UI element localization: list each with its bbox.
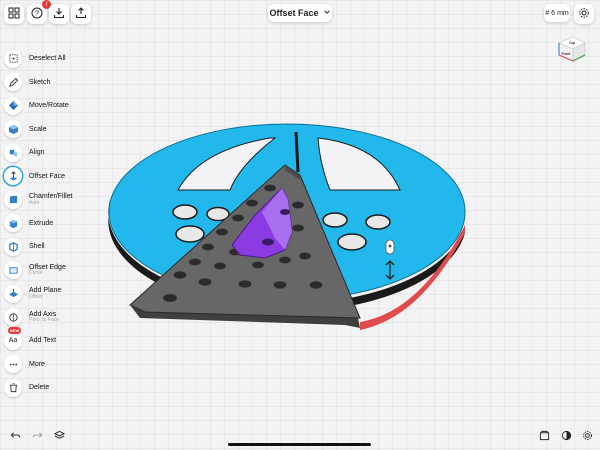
grid-prefix: # — [545, 9, 550, 17]
tool-label: Scale — [29, 125, 47, 133]
tool-sketch[interactable]: Sketch — [4, 71, 104, 95]
library-icon — [539, 428, 550, 446]
tool-add-text[interactable]: Aa NEW Add Text — [4, 326, 104, 353]
undo-button[interactable] — [8, 430, 22, 444]
chamfer-fillet-icon — [4, 190, 22, 209]
mode-title: Offset Face — [269, 8, 319, 18]
new-badge: NEW — [8, 326, 22, 334]
tool-deselect-all[interactable]: Deselect All — [4, 47, 104, 71]
tool-label: Add Text — [29, 337, 57, 345]
apps-grid-button[interactable] — [4, 4, 24, 24]
tool-scale[interactable]: Scale — [4, 118, 104, 142]
view-cube[interactable]: Top Front — [555, 35, 589, 69]
tool-chamfer-fillet[interactable]: Chamfer/Fillet Auto — [4, 188, 104, 212]
tool-label: Offset Face — [29, 172, 66, 180]
import-button[interactable] — [49, 4, 69, 24]
tool-sublabel: Offset — [29, 293, 43, 300]
tool-label: Align — [29, 149, 45, 157]
tool-offset-face[interactable]: Offset Face — [4, 165, 104, 189]
add-plane-icon — [4, 284, 22, 303]
tool-more[interactable]: More — [4, 353, 104, 377]
plate-hole — [175, 225, 205, 243]
tool-sidebar: Deselect All Sketch Move/Rotate Scale Al… — [4, 47, 104, 400]
svg-text:?: ? — [35, 11, 39, 18]
tool-align[interactable]: Align — [4, 141, 104, 165]
plate-hole — [365, 214, 391, 230]
selected-face-hole — [280, 209, 290, 215]
tool-label: Deselect All — [29, 55, 66, 63]
render-mode-button[interactable] — [559, 430, 573, 444]
tool-shell[interactable]: Shell — [4, 235, 104, 259]
undo-icon — [10, 428, 21, 446]
settings-button[interactable] — [574, 4, 594, 24]
tool-label: Shell — [29, 243, 45, 251]
model-viewport[interactable] — [95, 95, 480, 345]
home-indicator — [228, 443, 371, 446]
viewcube-top-label: Top — [569, 41, 575, 45]
bottom-settings-button[interactable] — [580, 430, 594, 444]
tool-label: Delete — [29, 384, 50, 392]
share-button[interactable] — [71, 4, 91, 24]
grid-unit: mm — [557, 9, 569, 17]
layers-icon — [53, 428, 65, 446]
apps-grid-icon — [8, 7, 20, 21]
add-text-icon: Aa NEW — [4, 326, 22, 350]
tool-sublabel: Auto — [29, 199, 40, 206]
help-button[interactable]: ? ! — [27, 0, 51, 24]
help-icon: ? — [31, 7, 43, 21]
render-mode-icon — [561, 428, 572, 446]
offset-edge-icon — [4, 261, 22, 280]
disc-spoke — [294, 131, 300, 173]
scale-icon — [4, 120, 22, 139]
add-axis-icon — [4, 308, 22, 327]
tool-sublabel: Curve — [29, 270, 43, 277]
more-dots-icon — [4, 355, 22, 374]
offset-face-icon — [4, 167, 22, 186]
plate-hole — [322, 212, 348, 228]
chevron-down-icon — [323, 8, 331, 18]
move-rotate-icon — [4, 96, 22, 115]
share-icon — [75, 7, 87, 21]
redo-icon — [32, 428, 43, 446]
tool-offset-edge[interactable]: Offset Edge Curve — [4, 259, 104, 283]
tool-sublabel: Perp. to Face — [29, 317, 60, 324]
shell-icon — [4, 237, 22, 256]
tool-delete[interactable]: Delete — [4, 376, 104, 400]
redo-button[interactable] — [30, 430, 44, 444]
tool-move-rotate[interactable]: Move/Rotate — [4, 94, 104, 118]
tool-label: Sketch — [29, 78, 51, 86]
tool-add-axis[interactable]: Add Axis Perp. to Face — [4, 306, 104, 330]
plate-hole — [337, 233, 367, 251]
tool-label: More — [29, 360, 45, 368]
viewcube-front-label: Front — [562, 52, 572, 56]
tool-add-plane[interactable]: Add Plane Offset — [4, 282, 104, 306]
selected-face-hole — [262, 238, 274, 246]
sketch-pencil-icon — [4, 73, 22, 92]
layers-button[interactable] — [52, 430, 66, 444]
tool-label: Move/Rotate — [29, 102, 69, 110]
library-button[interactable] — [537, 430, 551, 444]
extrude-icon — [4, 214, 22, 233]
tool-extrude[interactable]: Extrude — [4, 212, 104, 236]
align-icon — [4, 143, 22, 162]
settings-gear-icon — [578, 7, 590, 21]
grid-value: 6 — [551, 9, 556, 17]
grid-size-button[interactable]: # 6 mm — [544, 4, 570, 22]
plate-hole — [172, 204, 198, 220]
import-icon — [53, 7, 65, 21]
settings-icon — [582, 428, 593, 446]
mode-dropdown[interactable]: Offset Face — [268, 4, 332, 22]
deselect-icon — [4, 49, 22, 68]
trash-icon — [4, 378, 22, 397]
tool-label: Extrude — [29, 219, 54, 227]
